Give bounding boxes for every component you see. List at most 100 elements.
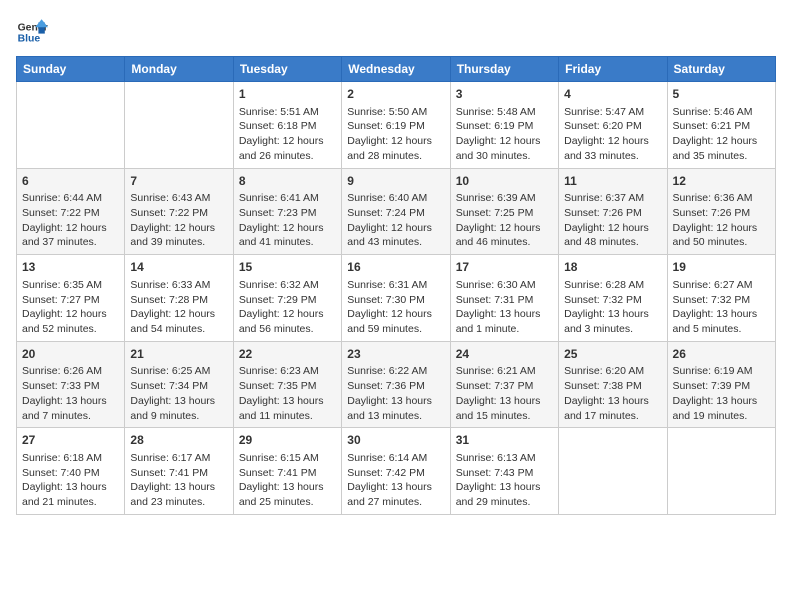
day-number: 25: [564, 346, 661, 363]
calendar-cell: [667, 428, 775, 515]
calendar-cell: 2Sunrise: 5:50 AM Sunset: 6:19 PM Daylig…: [342, 82, 450, 169]
day-number: 19: [673, 259, 770, 276]
day-info: Sunrise: 6:15 AM Sunset: 7:41 PM Dayligh…: [239, 451, 336, 510]
day-number: 31: [456, 432, 553, 449]
day-info: Sunrise: 5:46 AM Sunset: 6:21 PM Dayligh…: [673, 105, 770, 164]
calendar-cell: 8Sunrise: 6:41 AM Sunset: 7:23 PM Daylig…: [233, 168, 341, 255]
column-header-thursday: Thursday: [450, 57, 558, 82]
calendar-cell: 20Sunrise: 6:26 AM Sunset: 7:33 PM Dayli…: [17, 341, 125, 428]
day-info: Sunrise: 6:26 AM Sunset: 7:33 PM Dayligh…: [22, 364, 119, 423]
day-number: 24: [456, 346, 553, 363]
calendar-cell: 1 Sunrise: 5:51 AM Sunset: 6:18 PM Daylig…: [233, 82, 341, 169]
calendar-table: SundayMondayTuesdayWednesdayThursdayFrid…: [16, 56, 776, 515]
day-info: Sunrise: 6:41 AM Sunset: 7:23 PM Dayligh…: [239, 191, 336, 250]
day-info: Sunrise: 6:44 AM Sunset: 7:22 PM Dayligh…: [22, 191, 119, 250]
day-info: Sunrise: 6:22 AM Sunset: 7:36 PM Dayligh…: [347, 364, 444, 423]
calendar-cell: 9Sunrise: 6:40 AM Sunset: 7:24 PM Daylig…: [342, 168, 450, 255]
calendar-cell: 6Sunrise: 6:44 AM Sunset: 7:22 PM Daylig…: [17, 168, 125, 255]
svg-text:Blue: Blue: [18, 34, 41, 45]
calendar-body: 1 Sunrise: 5:51 AM Sunset: 6:18 PM Daylig…: [17, 82, 776, 515]
calendar-cell: 31Sunrise: 6:13 AM Sunset: 7:43 PM Dayli…: [450, 428, 558, 515]
day-number: 3: [456, 86, 553, 103]
day-info: Sunrise: 6:17 AM Sunset: 7:41 PM Dayligh…: [130, 451, 227, 510]
day-number: 11: [564, 173, 661, 190]
day-info: Sunrise: 5:51 AM Sunset: 6:18 PM Dayligh…: [239, 105, 336, 164]
calendar-cell: 23Sunrise: 6:22 AM Sunset: 7:36 PM Dayli…: [342, 341, 450, 428]
day-info: Sunrise: 6:35 AM Sunset: 7:27 PM Dayligh…: [22, 278, 119, 337]
day-info: Sunrise: 6:37 AM Sunset: 7:26 PM Dayligh…: [564, 191, 661, 250]
day-info: Sunrise: 5:48 AM Sunset: 6:19 PM Dayligh…: [456, 105, 553, 164]
calendar-header: SundayMondayTuesdayWednesdayThursdayFrid…: [17, 57, 776, 82]
calendar-cell: [17, 82, 125, 169]
day-info: Sunrise: 6:27 AM Sunset: 7:32 PM Dayligh…: [673, 278, 770, 337]
day-number: 20: [22, 346, 119, 363]
day-info: Sunrise: 6:20 AM Sunset: 7:38 PM Dayligh…: [564, 364, 661, 423]
day-info: Sunrise: 6:25 AM Sunset: 7:34 PM Dayligh…: [130, 364, 227, 423]
day-info: Sunrise: 6:21 AM Sunset: 7:37 PM Dayligh…: [456, 364, 553, 423]
day-number: 16: [347, 259, 444, 276]
day-info: Sunrise: 6:40 AM Sunset: 7:24 PM Dayligh…: [347, 191, 444, 250]
day-number: 22: [239, 346, 336, 363]
day-number: 28: [130, 432, 227, 449]
calendar-cell: 26Sunrise: 6:19 AM Sunset: 7:39 PM Dayli…: [667, 341, 775, 428]
day-number: 15: [239, 259, 336, 276]
day-number: 5: [673, 86, 770, 103]
column-header-friday: Friday: [559, 57, 667, 82]
calendar-cell: 30Sunrise: 6:14 AM Sunset: 7:42 PM Dayli…: [342, 428, 450, 515]
day-number: 23: [347, 346, 444, 363]
day-number: 6: [22, 173, 119, 190]
column-header-wednesday: Wednesday: [342, 57, 450, 82]
calendar-cell: 27 Sunrise: 6:18 AM Sunset: 7:40 PM Dayli…: [17, 428, 125, 515]
week-row-2: 6Sunrise: 6:44 AM Sunset: 7:22 PM Daylig…: [17, 168, 776, 255]
calendar-cell: 11Sunrise: 6:37 AM Sunset: 7:26 PM Dayli…: [559, 168, 667, 255]
calendar-cell: 3 Sunrise: 5:48 AM Sunset: 6:19 PM Daylig…: [450, 82, 558, 169]
calendar-cell: 15 Sunrise: 6:32 AM Sunset: 7:29 PM Dayli…: [233, 255, 341, 342]
column-header-monday: Monday: [125, 57, 233, 82]
calendar-cell: 7Sunrise: 6:43 AM Sunset: 7:22 PM Daylig…: [125, 168, 233, 255]
column-header-tuesday: Tuesday: [233, 57, 341, 82]
calendar-cell: 19 Sunrise: 6:27 AM Sunset: 7:32 PM Dayli…: [667, 255, 775, 342]
calendar-cell: 16 Sunrise: 6:31 AM Sunset: 7:30 PM Dayli…: [342, 255, 450, 342]
calendar-cell: 5 Sunrise: 5:46 AM Sunset: 6:21 PM Daylig…: [667, 82, 775, 169]
calendar-cell: 4 Sunrise: 5:47 AM Sunset: 6:20 PM Daylig…: [559, 82, 667, 169]
day-info: Sunrise: 6:23 AM Sunset: 7:35 PM Dayligh…: [239, 364, 336, 423]
day-info: Sunrise: 6:14 AM Sunset: 7:42 PM Dayligh…: [347, 451, 444, 510]
calendar-cell: 17 Sunrise: 6:30 AM Sunset: 7:31 PM Dayli…: [450, 255, 558, 342]
column-header-sunday: Sunday: [17, 57, 125, 82]
calendar-cell: [125, 82, 233, 169]
day-number: 18: [564, 259, 661, 276]
day-info: Sunrise: 6:30 AM Sunset: 7:31 PM Dayligh…: [456, 278, 553, 337]
day-number: 4: [564, 86, 661, 103]
day-info: Sunrise: 6:28 AM Sunset: 7:32 PM Dayligh…: [564, 278, 661, 337]
day-info: Sunrise: 6:39 AM Sunset: 7:25 PM Dayligh…: [456, 191, 553, 250]
day-number: 13: [22, 259, 119, 276]
day-number: 27: [22, 432, 119, 449]
day-info: Sunrise: 6:33 AM Sunset: 7:28 PM Dayligh…: [130, 278, 227, 337]
calendar-cell: [559, 428, 667, 515]
day-info: Sunrise: 6:43 AM Sunset: 7:22 PM Dayligh…: [130, 191, 227, 250]
day-info: Sunrise: 6:18 AM Sunset: 7:40 PM Dayligh…: [22, 451, 119, 510]
day-number: 12: [673, 173, 770, 190]
day-number: 10: [456, 173, 553, 190]
week-row-1: 1 Sunrise: 5:51 AM Sunset: 6:18 PM Daylig…: [17, 82, 776, 169]
calendar-cell: 18 Sunrise: 6:28 AM Sunset: 7:32 PM Dayli…: [559, 255, 667, 342]
day-info: Sunrise: 6:31 AM Sunset: 7:30 PM Dayligh…: [347, 278, 444, 337]
calendar-cell: 12Sunrise: 6:36 AM Sunset: 7:26 PM Dayli…: [667, 168, 775, 255]
logo: General Blue: [16, 16, 52, 48]
day-number: 26: [673, 346, 770, 363]
week-row-5: 27 Sunrise: 6:18 AM Sunset: 7:40 PM Dayli…: [17, 428, 776, 515]
day-info: Sunrise: 5:50 AM Sunset: 6:19 PM Dayligh…: [347, 105, 444, 164]
calendar-cell: 29 Sunrise: 6:15 AM Sunset: 7:41 PM Dayli…: [233, 428, 341, 515]
day-info: Sunrise: 6:36 AM Sunset: 7:26 PM Dayligh…: [673, 191, 770, 250]
week-row-4: 20Sunrise: 6:26 AM Sunset: 7:33 PM Dayli…: [17, 341, 776, 428]
day-info: Sunrise: 5:47 AM Sunset: 6:20 PM Dayligh…: [564, 105, 661, 164]
calendar-cell: 25Sunrise: 6:20 AM Sunset: 7:38 PM Dayli…: [559, 341, 667, 428]
day-info: Sunrise: 6:32 AM Sunset: 7:29 PM Dayligh…: [239, 278, 336, 337]
day-number: 1: [239, 86, 336, 103]
calendar-cell: 24Sunrise: 6:21 AM Sunset: 7:37 PM Dayli…: [450, 341, 558, 428]
calendar-cell: 13 Sunrise: 6:35 AM Sunset: 7:27 PM Dayli…: [17, 255, 125, 342]
calendar-cell: 28 Sunrise: 6:17 AM Sunset: 7:41 PM Dayli…: [125, 428, 233, 515]
day-number: 9: [347, 173, 444, 190]
day-number: 17: [456, 259, 553, 276]
day-number: 29: [239, 432, 336, 449]
